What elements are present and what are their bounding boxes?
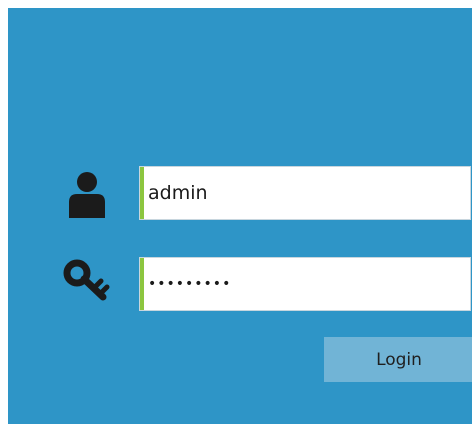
username-input[interactable] — [148, 167, 464, 219]
key-icon — [63, 259, 110, 301]
password-field[interactable] — [139, 257, 471, 311]
login-button[interactable]: Login — [324, 337, 472, 382]
user-icon — [69, 172, 105, 218]
password-input[interactable] — [148, 258, 464, 310]
login-panel: Login — [8, 8, 472, 424]
username-field[interactable] — [139, 166, 471, 220]
